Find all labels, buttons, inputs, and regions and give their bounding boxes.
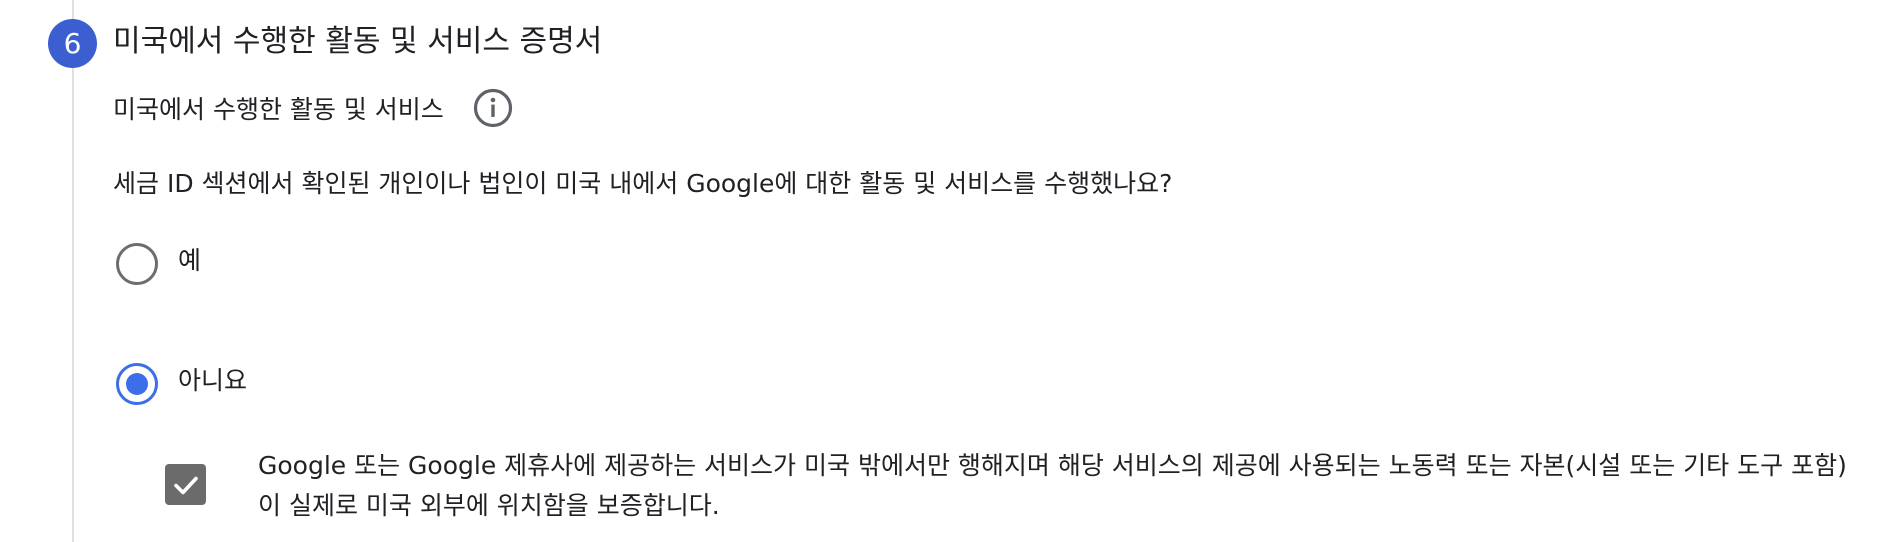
section-title: 미국에서 수행한 활동 및 서비스 증명서 [113,24,603,59]
certification-checkbox[interactable] [165,464,206,505]
stepper-rail [72,0,74,542]
radio-option-no[interactable]: 아니요 [116,363,247,405]
step-number-badge: 6 [48,19,97,68]
question-text: 세금 ID 섹션에서 확인된 개인이나 법인이 미국 내에서 Google에 대… [113,169,1173,198]
radio-label-yes: 예 [178,246,202,275]
certification-text: Google 또는 Google 제휴사에 제공하는 서비스가 미국 밖에서만 … [258,451,1847,520]
radio-button-no[interactable] [116,363,158,405]
subsection-header: 미국에서 수행한 활동 및 서비스 [113,86,514,130]
radio-button-yes[interactable] [116,243,158,285]
info-icon[interactable] [472,87,514,129]
checkmark-icon [173,476,198,494]
subsection-title: 미국에서 수행한 활동 및 서비스 [113,95,444,124]
radio-label-no: 아니요 [178,366,248,395]
radio-option-yes[interactable]: 예 [116,243,201,285]
